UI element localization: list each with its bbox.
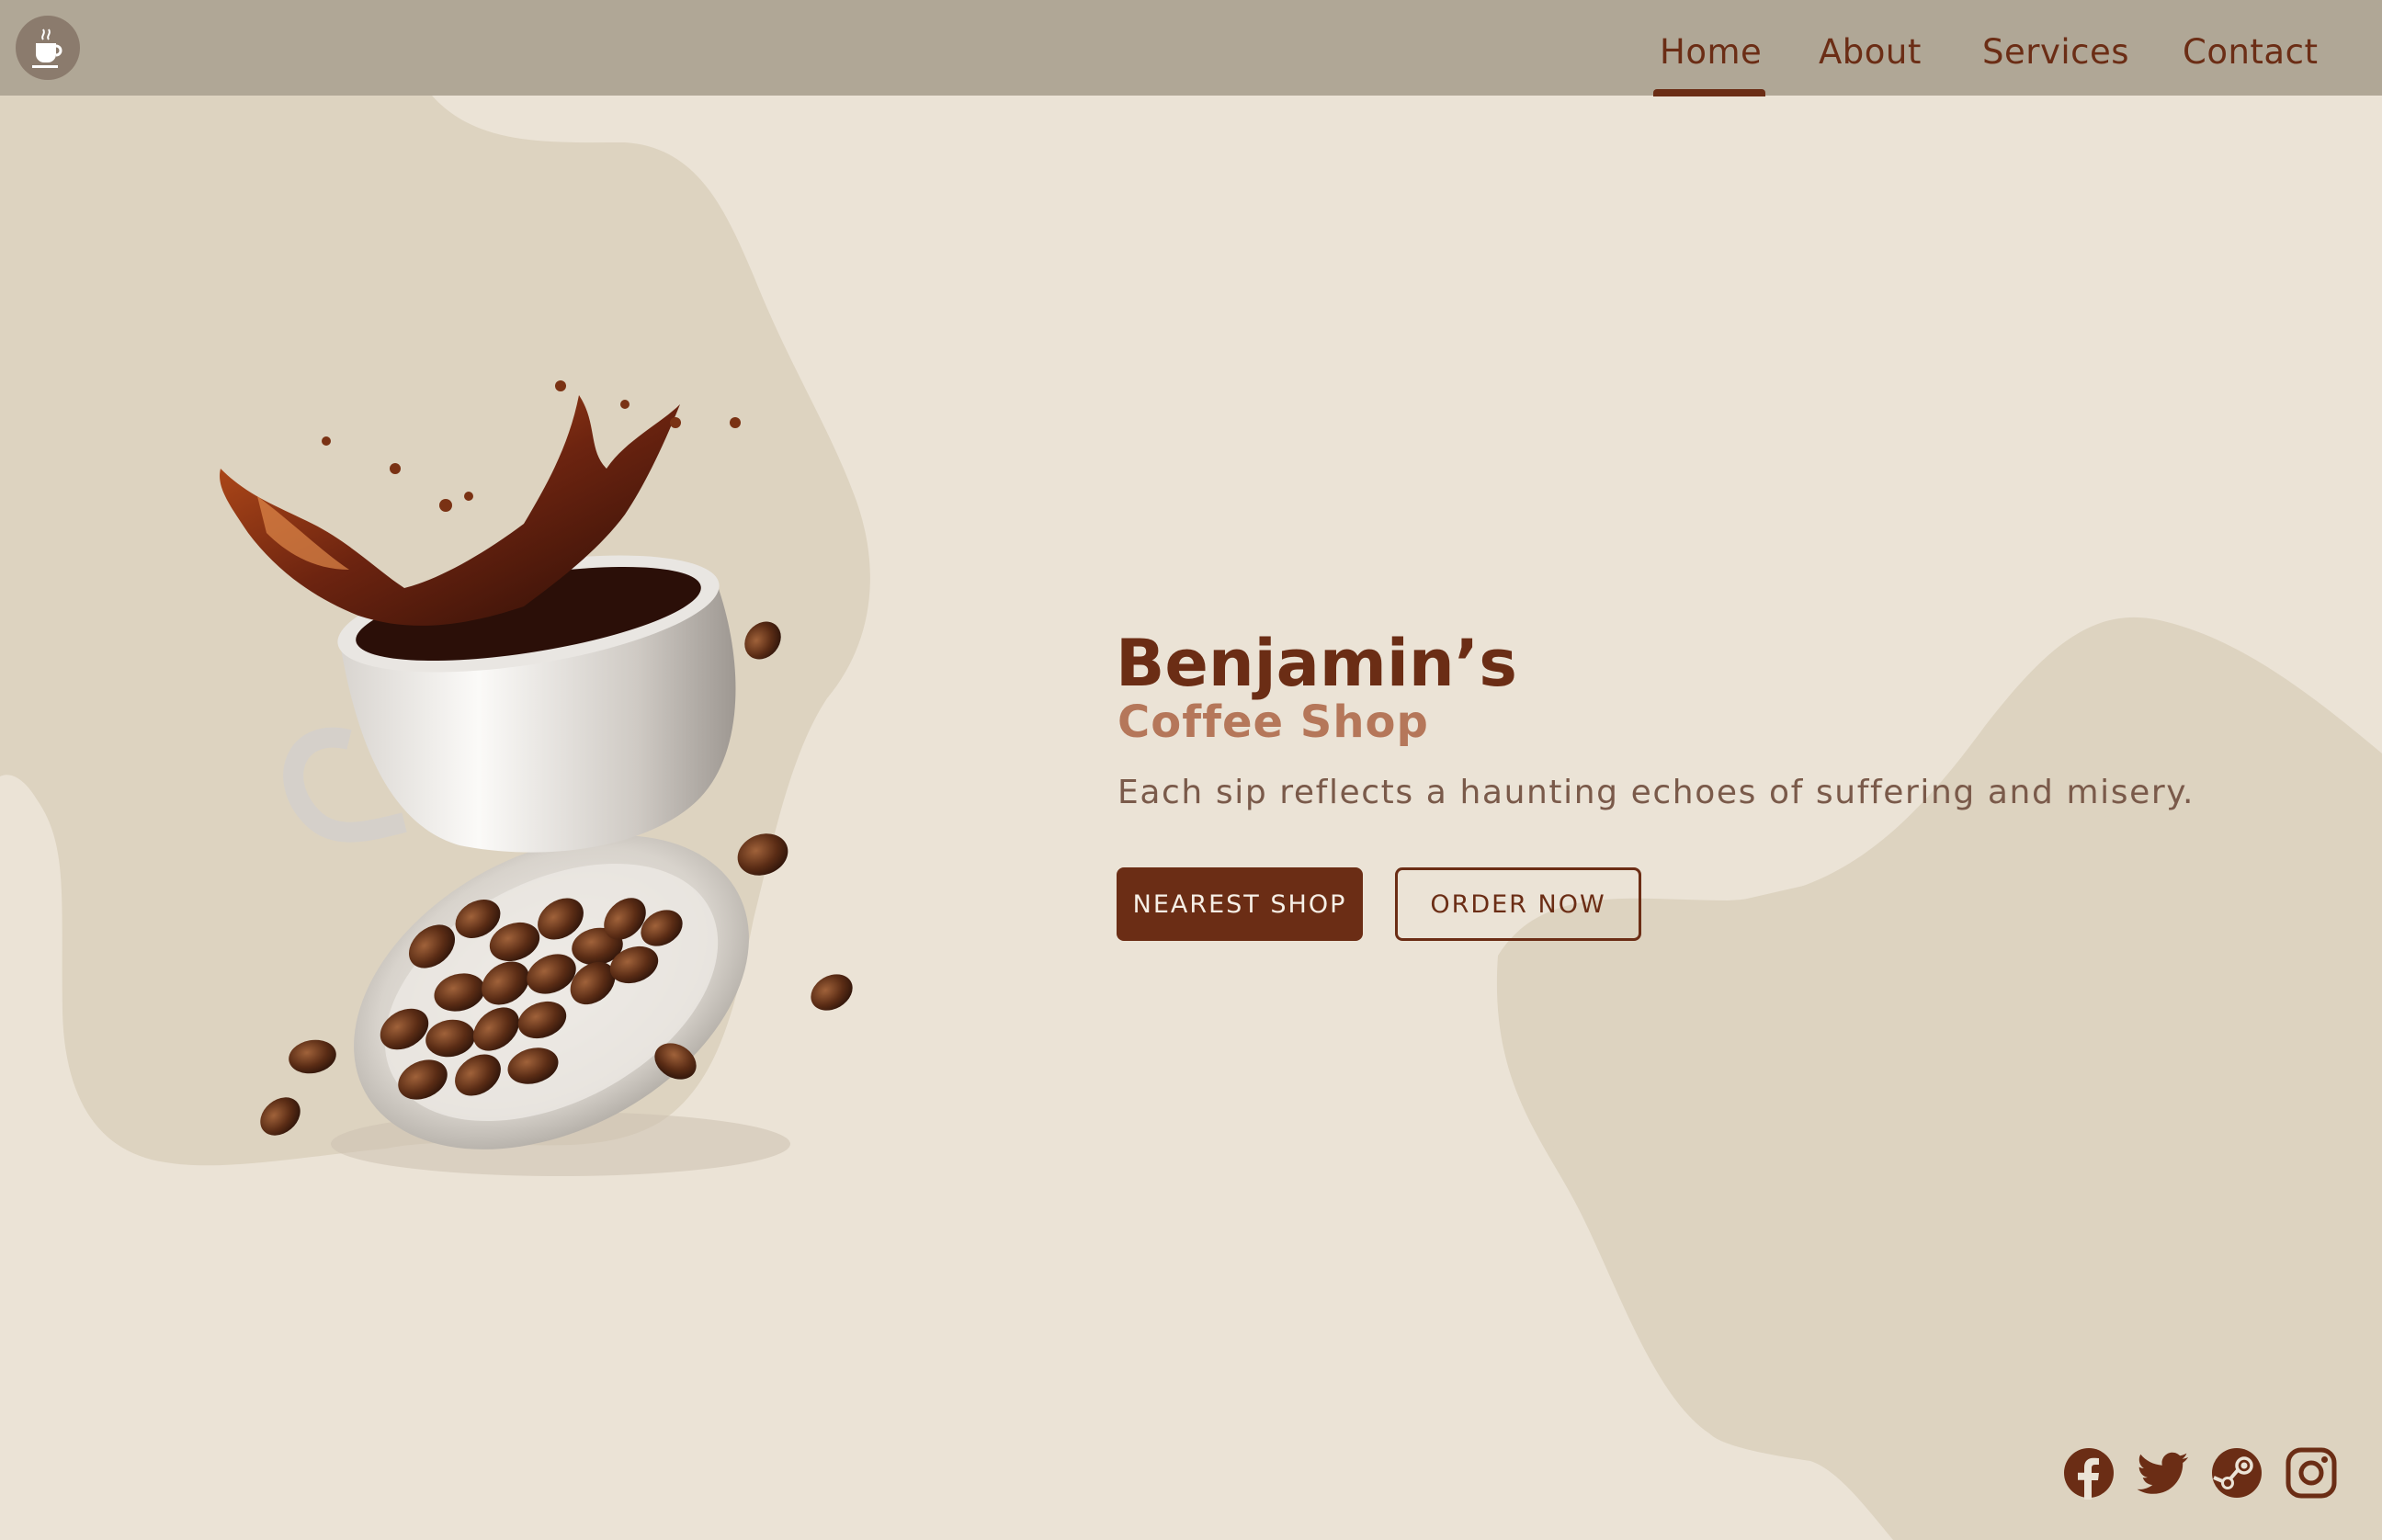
coffee-cup-logo-icon[interactable] xyxy=(16,16,80,80)
navbar: Home About Services Contact xyxy=(0,0,2382,96)
coffee-cup-splash-image xyxy=(220,380,853,1176)
nav-services[interactable]: Services xyxy=(1982,31,2129,96)
instagram-icon[interactable] xyxy=(2285,1446,2338,1500)
order-now-button[interactable]: ORDER NOW xyxy=(1395,867,1641,941)
nav-about[interactable]: About xyxy=(1819,31,1922,96)
nav-contact[interactable]: Contact xyxy=(2183,31,2318,96)
twitter-icon[interactable] xyxy=(2137,1446,2190,1500)
nearest-shop-button[interactable]: NEAREST SHOP xyxy=(1117,867,1363,941)
hero-tagline: Each sip reflects a haunting echoes of s… xyxy=(1117,774,2195,811)
hero-title: Benjamin’s xyxy=(1116,626,1517,701)
active-nav-indicator xyxy=(1653,89,1765,96)
hero-subtitle: Coffee Shop xyxy=(1117,696,1429,748)
steam-icon[interactable] xyxy=(2210,1446,2263,1500)
nav-home[interactable]: Home xyxy=(1660,31,1762,96)
facebook-icon[interactable] xyxy=(2062,1446,2115,1500)
